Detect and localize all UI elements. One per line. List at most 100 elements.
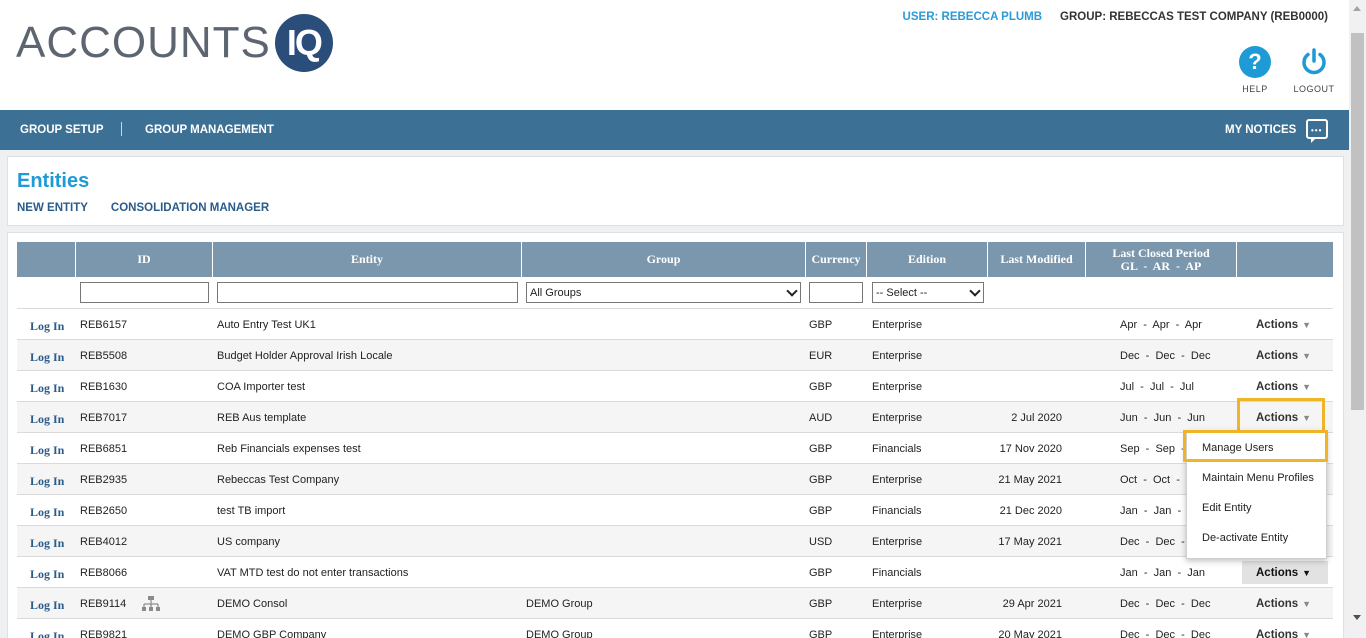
menu-deactivate-entity[interactable]: De-activate Entity <box>1202 532 1288 544</box>
header-group[interactable]: Group <box>522 242 806 277</box>
cell-period: Jun - Jun - Jun <box>1120 412 1205 424</box>
cell-edition: Enterprise <box>872 319 923 331</box>
header-last-closed-sub: GL - AR - AP <box>1120 258 1202 273</box>
nav-group-setup[interactable]: GROUP SETUP <box>20 124 104 136</box>
actions-button[interactable]: Actions▼ <box>1256 381 1311 393</box>
menu-maintain-menu-profiles[interactable]: Maintain Menu Profiles <box>1202 472 1314 484</box>
cell-edition: Enterprise <box>872 412 923 424</box>
cell-period: Jan - Jan - Jan <box>1120 567 1205 579</box>
cell-entity: VAT MTD test do not enter transactions <box>217 567 409 579</box>
edition-filter-select[interactable]: -- Select -- <box>872 282 984 303</box>
table-row: Log In REB6157 Auto Entry Test UK1 GBP Enter… <box>17 309 1333 340</box>
login-link[interactable]: Log In <box>30 412 64 427</box>
login-link[interactable]: Log In <box>30 381 64 396</box>
nav-group-management[interactable]: GROUP MANAGEMENT <box>145 124 274 136</box>
cell-modified: 17 May 2021 <box>998 536 1062 548</box>
login-link[interactable]: Log In <box>30 443 64 458</box>
chat-bubble-icon[interactable]: ••• <box>1306 119 1328 143</box>
header-currency[interactable]: Currency <box>806 242 867 277</box>
cell-id: REB2935 <box>80 474 128 486</box>
caret-down-icon: ▼ <box>1302 320 1312 330</box>
header-id[interactable]: ID <box>76 242 213 277</box>
login-link[interactable]: Log In <box>30 505 64 520</box>
edition-filter-value: -- Select -- <box>876 286 928 299</box>
nav-my-notices[interactable]: MY NOTICES <box>1225 124 1296 136</box>
cell-id: REB9114 <box>80 598 127 610</box>
header-last-modified[interactable]: Last Modified <box>988 242 1086 277</box>
table-row: Log In REB2935 Rebeccas Test Company GBP Ent… <box>17 464 1333 495</box>
consolidation-manager-link[interactable]: CONSOLIDATION MANAGER <box>111 202 269 214</box>
actions-button[interactable]: Actions▼ <box>1256 629 1311 638</box>
actions-button[interactable]: Actions▼ <box>1256 598 1311 610</box>
login-link[interactable]: Log In <box>30 629 64 638</box>
scroll-up-icon[interactable] <box>1353 6 1361 11</box>
new-entity-link[interactable]: NEW ENTITY <box>17 202 88 214</box>
cell-currency: GBP <box>809 474 833 486</box>
scroll-thumb[interactable] <box>1351 33 1364 410</box>
chevron-down-icon <box>969 285 981 297</box>
cell-edition: Enterprise <box>872 629 923 638</box>
table-body: Log In REB6157 Auto Entry Test UK1 GBP Enter… <box>17 309 1333 638</box>
caret-down-icon: ▼ <box>1302 599 1312 609</box>
cell-group: DEMO Group <box>526 598 593 610</box>
main-navbar: GROUP SETUP GROUP MANAGEMENT MY NOTICES … <box>0 110 1349 150</box>
cell-group: DEMO Group <box>526 629 593 638</box>
cell-currency: GBP <box>809 505 833 517</box>
chevron-down-icon <box>786 285 798 297</box>
nav-divider <box>121 122 122 136</box>
entities-panel: ID Entity Group Currency Edition Last Mo… <box>7 232 1344 638</box>
entities-table: ID Entity Group Currency Edition Last Mo… <box>17 242 1333 638</box>
login-link[interactable]: Log In <box>30 536 64 551</box>
logout-button[interactable]: LOGOUT <box>1292 46 1336 94</box>
entity-filter-input[interactable] <box>217 282 518 303</box>
cell-id: REB6851 <box>80 443 128 455</box>
page-scrollbar[interactable] <box>1349 0 1366 638</box>
cell-modified: 21 May 2021 <box>998 474 1062 486</box>
actions-button[interactable]: Actions▼ <box>1256 350 1311 362</box>
cell-modified: 20 May 2021 <box>998 629 1062 638</box>
cell-entity: REB Aus template <box>217 412 307 424</box>
cell-entity: Reb Financials expenses test <box>217 443 361 455</box>
id-filter-input[interactable] <box>80 282 209 303</box>
cell-currency: GBP <box>809 443 833 455</box>
cell-edition: Enterprise <box>872 474 923 486</box>
header-last-closed-title: Last Closed Period <box>1112 245 1210 260</box>
help-icon: ? <box>1239 46 1271 78</box>
cell-currency: AUD <box>809 412 833 424</box>
header-edition[interactable]: Edition <box>867 242 988 277</box>
header-last-closed-period[interactable]: Last Closed Period GL - AR - AP <box>1086 242 1237 277</box>
cell-currency: USD <box>809 536 833 548</box>
table-row: Log In REB9821 DEMO GBP Company DEMO Group G… <box>17 619 1333 638</box>
cell-currency: GBP <box>809 567 833 579</box>
cell-edition: Financials <box>872 505 922 517</box>
user-info: USER: REBECCA PLUMB GROUP: REBECCAS TEST… <box>903 11 1328 23</box>
header-entity[interactable]: Entity <box>213 242 522 277</box>
actions-button[interactable]: Actions▼ <box>1256 319 1311 331</box>
login-link[interactable]: Log In <box>30 567 64 582</box>
cell-period: Dec - Dec - Dec <box>1120 350 1211 362</box>
login-link[interactable]: Log In <box>30 319 64 334</box>
page-title: Entities <box>17 170 90 192</box>
header-login <box>17 242 76 277</box>
cell-id: REB9821 <box>80 629 128 638</box>
accountsiq-logo[interactable]: ACCOUNTS IQ <box>16 12 333 74</box>
currency-filter-input[interactable] <box>809 282 863 303</box>
actions-label: Actions <box>1256 567 1299 579</box>
caret-down-icon: ▼ <box>1302 568 1312 578</box>
help-label: HELP <box>1242 84 1268 94</box>
cell-period: Dec - Dec - Dec <box>1120 598 1211 610</box>
actions-label: Actions <box>1256 319 1299 331</box>
menu-edit-entity[interactable]: Edit Entity <box>1202 502 1252 514</box>
login-link[interactable]: Log In <box>30 474 64 489</box>
actions-button[interactable]: Actions▼ <box>1256 567 1311 579</box>
cell-currency: GBP <box>809 319 833 331</box>
current-user: USER: REBECCA PLUMB <box>902 11 1043 23</box>
login-link[interactable]: Log In <box>30 598 64 613</box>
group-filter-select[interactable]: All Groups <box>526 282 801 303</box>
logo-badge: IQ <box>274 14 333 72</box>
login-link[interactable]: Log In <box>30 350 64 365</box>
actions-highlight <box>1237 398 1325 433</box>
help-button[interactable]: ? HELP <box>1233 46 1277 94</box>
scroll-down-icon[interactable] <box>1353 615 1361 620</box>
cell-modified: 21 Dec 2020 <box>999 505 1062 517</box>
